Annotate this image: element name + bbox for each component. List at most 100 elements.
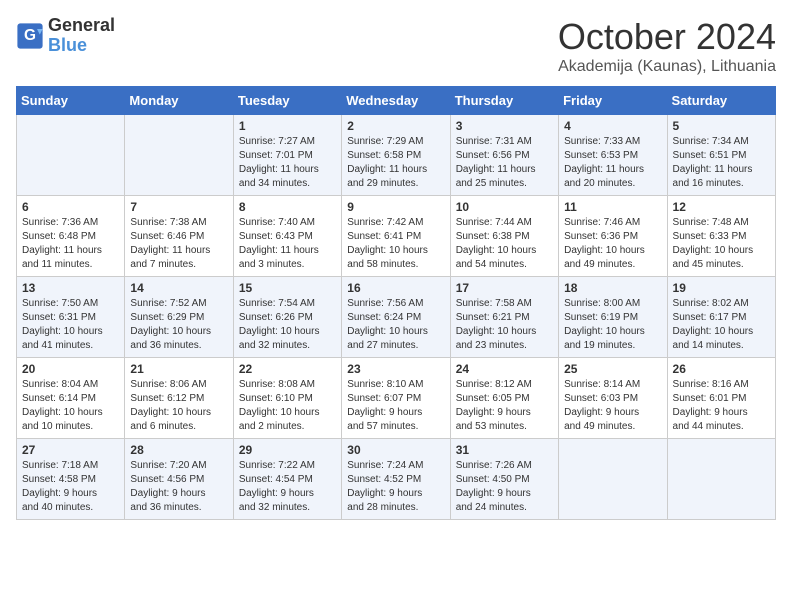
day-info: Sunrise: 8:00 AM Sunset: 6:19 PM Dayligh… xyxy=(564,297,661,353)
day-info: Sunrise: 7:38 AM Sunset: 6:46 PM Dayligh… xyxy=(130,216,227,272)
day-info: Sunrise: 7:40 AM Sunset: 6:43 PM Dayligh… xyxy=(239,216,336,272)
calendar-cell: 13 Sunrise: 7:50 AM Sunset: 6:31 PM Dayli… xyxy=(17,277,125,358)
day-info: Sunrise: 7:44 AM Sunset: 6:38 PM Dayligh… xyxy=(456,216,553,272)
calendar-cell: 24 Sunrise: 8:12 AM Sunset: 6:05 PM Dayli… xyxy=(450,358,558,439)
calendar-cell: 4 Sunrise: 7:33 AM Sunset: 6:53 PM Daylig… xyxy=(559,115,667,196)
calendar-week-row: 1 Sunrise: 7:27 AM Sunset: 7:01 PM Daylig… xyxy=(17,115,776,196)
calendar-cell: 2 Sunrise: 7:29 AM Sunset: 6:58 PM Daylig… xyxy=(342,115,450,196)
day-info: Sunrise: 8:12 AM Sunset: 6:05 PM Dayligh… xyxy=(456,378,553,434)
day-header-thursday: Thursday xyxy=(450,87,558,115)
day-number: 20 xyxy=(22,362,119,376)
day-info: Sunrise: 7:56 AM Sunset: 6:24 PM Dayligh… xyxy=(347,297,444,353)
day-number: 1 xyxy=(239,119,336,133)
calendar-cell: 30Sunrise: 7:24 AM Sunset: 4:52 PM Dayli… xyxy=(342,439,450,520)
calendar-cell: 14 Sunrise: 7:52 AM Sunset: 6:29 PM Dayli… xyxy=(125,277,233,358)
day-info: Sunrise: 8:10 AM Sunset: 6:07 PM Dayligh… xyxy=(347,378,444,434)
calendar-cell xyxy=(667,439,775,520)
calendar-week-row: 6 Sunrise: 7:36 AM Sunset: 6:48 PM Daylig… xyxy=(17,196,776,277)
day-number: 8 xyxy=(239,200,336,214)
logo-line2: Blue xyxy=(48,36,115,56)
day-number: 18 xyxy=(564,281,661,295)
calendar-body: 1 Sunrise: 7:27 AM Sunset: 7:01 PM Daylig… xyxy=(17,115,776,520)
location-title: Akademija (Kaunas), Lithuania xyxy=(558,58,776,76)
day-info: Sunrise: 8:16 AM Sunset: 6:01 PM Dayligh… xyxy=(673,378,770,434)
day-number: 21 xyxy=(130,362,227,376)
calendar-cell: 5 Sunrise: 7:34 AM Sunset: 6:51 PM Daylig… xyxy=(667,115,775,196)
header: G General Blue October 2024 Akademija (K… xyxy=(16,16,776,76)
day-info: Sunrise: 7:18 AM Sunset: 4:58 PM Dayligh… xyxy=(22,459,119,515)
calendar-cell: 7 Sunrise: 7:38 AM Sunset: 6:46 PM Daylig… xyxy=(125,196,233,277)
day-number: 27 xyxy=(22,443,119,457)
day-number: 15 xyxy=(239,281,336,295)
calendar-week-row: 27 Sunrise: 7:18 AM Sunset: 4:58 PM Dayli… xyxy=(17,439,776,520)
day-header-saturday: Saturday xyxy=(667,87,775,115)
day-number: 11 xyxy=(564,200,661,214)
calendar-cell: 16 Sunrise: 7:56 AM Sunset: 6:24 PM Dayli… xyxy=(342,277,450,358)
day-header-wednesday: Wednesday xyxy=(342,87,450,115)
day-info: Sunrise: 7:33 AM Sunset: 6:53 PM Dayligh… xyxy=(564,135,661,191)
calendar-cell: 12 Sunrise: 7:48 AM Sunset: 6:33 PM Dayli… xyxy=(667,196,775,277)
calendar-cell: 23Sunrise: 8:10 AM Sunset: 6:07 PM Dayli… xyxy=(342,358,450,439)
day-info: Sunrise: 7:34 AM Sunset: 6:51 PM Dayligh… xyxy=(673,135,770,191)
day-info: Sunrise: 7:50 AM Sunset: 6:31 PM Dayligh… xyxy=(22,297,119,353)
calendar-week-row: 20 Sunrise: 8:04 AM Sunset: 6:14 PM Dayli… xyxy=(17,358,776,439)
calendar-cell: 11 Sunrise: 7:46 AM Sunset: 6:36 PM Dayli… xyxy=(559,196,667,277)
day-number: 7 xyxy=(130,200,227,214)
day-number: 25 xyxy=(564,362,661,376)
calendar-cell: 10 Sunrise: 7:44 AM Sunset: 6:38 PM Dayli… xyxy=(450,196,558,277)
day-header-monday: Monday xyxy=(125,87,233,115)
calendar-week-row: 13 Sunrise: 7:50 AM Sunset: 6:31 PM Dayli… xyxy=(17,277,776,358)
calendar-cell: 20 Sunrise: 8:04 AM Sunset: 6:14 PM Dayli… xyxy=(17,358,125,439)
day-info: Sunrise: 7:26 AM Sunset: 4:50 PM Dayligh… xyxy=(456,459,553,515)
day-number: 12 xyxy=(673,200,770,214)
day-number: 4 xyxy=(564,119,661,133)
day-number: 19 xyxy=(673,281,770,295)
day-info: Sunrise: 7:48 AM Sunset: 6:33 PM Dayligh… xyxy=(673,216,770,272)
logo-line1: General xyxy=(48,16,115,36)
day-number: 3 xyxy=(456,119,553,133)
svg-text:G: G xyxy=(24,27,36,44)
day-number: 6 xyxy=(22,200,119,214)
day-info: Sunrise: 8:14 AM Sunset: 6:03 PM Dayligh… xyxy=(564,378,661,434)
day-header-friday: Friday xyxy=(559,87,667,115)
calendar-cell: 17Sunrise: 7:58 AM Sunset: 6:21 PM Dayli… xyxy=(450,277,558,358)
calendar-cell xyxy=(17,115,125,196)
day-number: 14 xyxy=(130,281,227,295)
day-info: Sunrise: 7:29 AM Sunset: 6:58 PM Dayligh… xyxy=(347,135,444,191)
calendar-cell: 21Sunrise: 8:06 AM Sunset: 6:12 PM Dayli… xyxy=(125,358,233,439)
day-header-tuesday: Tuesday xyxy=(233,87,341,115)
days-header-row: SundayMondayTuesdayWednesdayThursdayFrid… xyxy=(17,87,776,115)
day-info: Sunrise: 7:58 AM Sunset: 6:21 PM Dayligh… xyxy=(456,297,553,353)
calendar-cell: 1 Sunrise: 7:27 AM Sunset: 7:01 PM Daylig… xyxy=(233,115,341,196)
day-number: 24 xyxy=(456,362,553,376)
day-number: 2 xyxy=(347,119,444,133)
logo-icon: G xyxy=(16,22,44,50)
day-info: Sunrise: 8:02 AM Sunset: 6:17 PM Dayligh… xyxy=(673,297,770,353)
calendar-cell xyxy=(559,439,667,520)
day-info: Sunrise: 8:04 AM Sunset: 6:14 PM Dayligh… xyxy=(22,378,119,434)
calendar-cell: 22Sunrise: 8:08 AM Sunset: 6:10 PM Dayli… xyxy=(233,358,341,439)
title-area: October 2024 Akademija (Kaunas), Lithuan… xyxy=(558,16,776,76)
day-info: Sunrise: 7:31 AM Sunset: 6:56 PM Dayligh… xyxy=(456,135,553,191)
calendar-cell xyxy=(125,115,233,196)
calendar-cell: 26Sunrise: 8:16 AM Sunset: 6:01 PM Dayli… xyxy=(667,358,775,439)
calendar-cell: 19 Sunrise: 8:02 AM Sunset: 6:17 PM Dayli… xyxy=(667,277,775,358)
day-info: Sunrise: 7:36 AM Sunset: 6:48 PM Dayligh… xyxy=(22,216,119,272)
day-number: 13 xyxy=(22,281,119,295)
day-info: Sunrise: 7:24 AM Sunset: 4:52 PM Dayligh… xyxy=(347,459,444,515)
month-title: October 2024 xyxy=(558,16,776,58)
day-number: 5 xyxy=(673,119,770,133)
logo: G General Blue xyxy=(16,16,115,56)
calendar-cell: 31 Sunrise: 7:26 AM Sunset: 4:50 PM Dayli… xyxy=(450,439,558,520)
day-info: Sunrise: 7:46 AM Sunset: 6:36 PM Dayligh… xyxy=(564,216,661,272)
calendar-cell: 8 Sunrise: 7:40 AM Sunset: 6:43 PM Daylig… xyxy=(233,196,341,277)
calendar-cell: 6 Sunrise: 7:36 AM Sunset: 6:48 PM Daylig… xyxy=(17,196,125,277)
day-info: Sunrise: 7:52 AM Sunset: 6:29 PM Dayligh… xyxy=(130,297,227,353)
day-number: 16 xyxy=(347,281,444,295)
calendar-cell: 3 Sunrise: 7:31 AM Sunset: 6:56 PM Daylig… xyxy=(450,115,558,196)
day-number: 10 xyxy=(456,200,553,214)
day-number: 22 xyxy=(239,362,336,376)
day-header-sunday: Sunday xyxy=(17,87,125,115)
day-info: Sunrise: 7:27 AM Sunset: 7:01 PM Dayligh… xyxy=(239,135,336,191)
day-number: 31 xyxy=(456,443,553,457)
